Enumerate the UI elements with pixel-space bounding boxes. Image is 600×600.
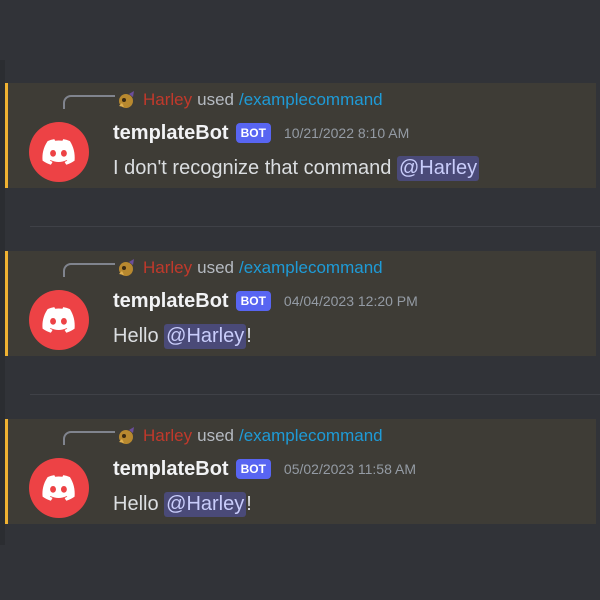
user-mention[interactable]: @Harley	[164, 323, 247, 349]
message-header: templateBot BOT 10/21/2022 8:10 AM	[113, 120, 409, 146]
message-header: templateBot BOT 04/04/2023 12:20 PM	[113, 288, 418, 314]
reply-command[interactable]: /examplecommand	[239, 258, 383, 278]
message-text: I don't recognize that command	[113, 156, 397, 179]
reply-used-label: used	[197, 258, 234, 277]
author-name[interactable]: templateBot	[113, 122, 229, 145]
reply-used-label: used	[197, 426, 234, 445]
message-item[interactable]: Harley used /examplecommand templateBot …	[5, 83, 596, 188]
message-text: Hello	[113, 492, 165, 515]
message-text-end: !	[246, 492, 252, 515]
reply-connector	[63, 95, 115, 109]
author-name[interactable]: templateBot	[113, 458, 229, 481]
message-item[interactable]: Harley used /examplecommand templateBot …	[5, 419, 596, 524]
reply-reference[interactable]: Harley used /examplecommand	[115, 257, 383, 279]
bot-avatar[interactable]	[29, 290, 89, 350]
reply-user-avatar-icon	[119, 427, 134, 444]
discord-logo-icon	[42, 475, 75, 501]
bot-badge: BOT	[235, 459, 271, 479]
message-text: Hello	[113, 324, 165, 347]
message-header: templateBot BOT 05/02/2023 11:58 AM	[113, 456, 416, 482]
bot-badge: BOT	[235, 291, 271, 311]
message-timestamp[interactable]: 04/04/2023 12:20 PM	[284, 293, 418, 309]
reply-command[interactable]: /examplecommand	[239, 90, 383, 110]
message-timestamp[interactable]: 05/02/2023 11:58 AM	[284, 461, 416, 477]
bot-badge: BOT	[235, 123, 271, 143]
reply-command[interactable]: /examplecommand	[239, 426, 383, 446]
reply-connector	[63, 263, 115, 277]
reply-user-avatar-icon	[119, 259, 134, 276]
reply-username[interactable]: Harley	[143, 90, 192, 110]
message-content: Hello @Harley !	[113, 489, 252, 519]
reply-used-label: used	[197, 90, 234, 109]
user-mention[interactable]: @Harley	[396, 155, 480, 181]
message-content: I don't recognize that command @Harley	[113, 153, 480, 183]
message-content: Hello @Harley !	[113, 321, 252, 351]
reply-reference[interactable]: Harley used /examplecommand	[115, 89, 383, 111]
message-text-end: !	[246, 324, 252, 347]
message-divider	[30, 394, 600, 395]
bot-avatar[interactable]	[29, 122, 89, 182]
discord-logo-icon	[42, 307, 75, 333]
user-mention[interactable]: @Harley	[164, 491, 247, 517]
discord-logo-icon	[42, 139, 75, 165]
bot-avatar[interactable]	[29, 458, 89, 518]
reply-reference[interactable]: Harley used /examplecommand	[115, 425, 383, 447]
reply-connector	[63, 431, 115, 445]
message-divider	[30, 226, 600, 227]
reply-user-avatar-icon	[119, 91, 134, 108]
reply-username[interactable]: Harley	[143, 426, 192, 446]
message-timestamp[interactable]: 10/21/2022 8:10 AM	[284, 125, 409, 141]
reply-username[interactable]: Harley	[143, 258, 192, 278]
author-name[interactable]: templateBot	[113, 290, 229, 313]
message-item[interactable]: Harley used /examplecommand templateBot …	[5, 251, 596, 356]
